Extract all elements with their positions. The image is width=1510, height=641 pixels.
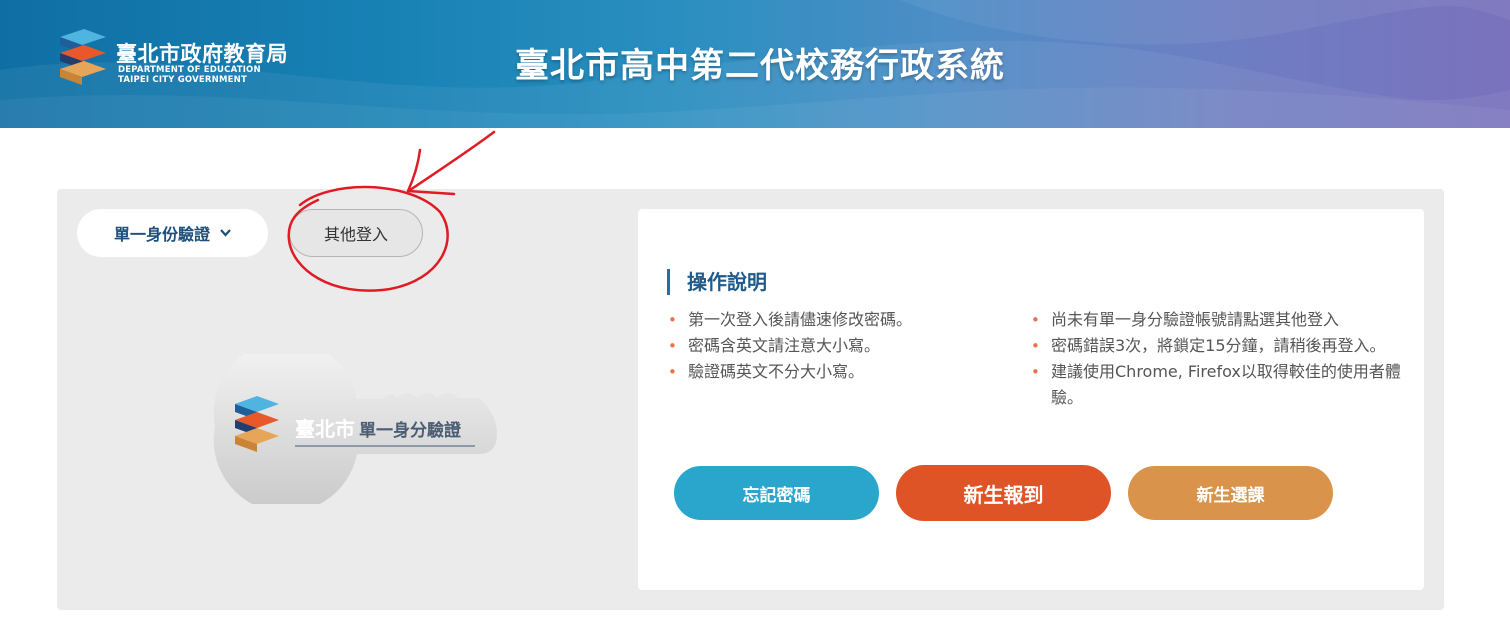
list-item: 建議使用Chrome, Firefox以取得較佳的使用者體驗。 <box>1031 359 1406 411</box>
department-name: 臺北市政府教育局 <box>116 42 288 66</box>
annotation-arrow-head <box>406 148 456 196</box>
instructions-list-left: 第一次登入後請儘速修改密碼。 密碼含英文請注意大小寫。 驗證碼英文不分大小寫。 <box>668 307 988 385</box>
list-item: 第一次登入後請儘速修改密碼。 <box>668 307 988 333</box>
instructions-list-right: 尚未有單一身分驗證帳號請點選其他登入 密碼錯誤3次，將鎖定15分鐘，請稍後再登入… <box>1031 307 1406 411</box>
forgot-password-button[interactable]: 忘記密碼 <box>674 466 879 520</box>
instructions-title: 操作說明 <box>667 269 767 295</box>
header-banner: 臺北市政府教育局 DEPARTMENT OF EDUCATION TAIPEI … <box>0 0 1510 128</box>
login-panel: 單一身份驗證 其他登入 臺北市 單一身分驗證 操作說明 第一次登 <box>57 189 1444 610</box>
key-logo-city: 臺北市 <box>295 417 355 441</box>
tab-other-login[interactable]: 其他登入 <box>289 209 423 257</box>
annotation-arrow-shaft <box>408 130 496 192</box>
tab-single-sign-on[interactable]: 單一身份驗證 <box>77 209 268 257</box>
tab-single-sign-on-label: 單一身份驗證 <box>113 225 210 244</box>
instructions-card: 操作說明 第一次登入後請儘速修改密碼。 密碼含英文請注意大小寫。 驗證碼英文不分… <box>638 209 1424 590</box>
sso-key-logo: 臺北市 單一身分驗證 <box>213 354 497 504</box>
government-name-en: TAIPEI CITY GOVERNMENT <box>118 75 247 85</box>
list-item: 密碼錯誤3次，將鎖定15分鐘，請稍後再登入。 <box>1031 333 1406 359</box>
key-logo-text: 單一身分驗證 <box>359 420 462 440</box>
chevron-down-icon <box>220 227 231 240</box>
department-logo-icon <box>60 29 106 85</box>
list-item: 密碼含英文請注意大小寫。 <box>668 333 988 359</box>
department-name-en: DEPARTMENT OF EDUCATION <box>118 65 261 75</box>
new-student-course-button[interactable]: 新生選課 <box>1128 466 1333 520</box>
site-title: 臺北市高中第二代校務行政系統 <box>515 46 1005 86</box>
list-item: 驗證碼英文不分大小寫。 <box>668 359 988 385</box>
list-item: 尚未有單一身分驗證帳號請點選其他登入 <box>1031 307 1406 333</box>
department-logo[interactable]: 臺北市政府教育局 DEPARTMENT OF EDUCATION TAIPEI … <box>56 29 306 91</box>
new-student-register-button[interactable]: 新生報到 <box>896 465 1111 521</box>
